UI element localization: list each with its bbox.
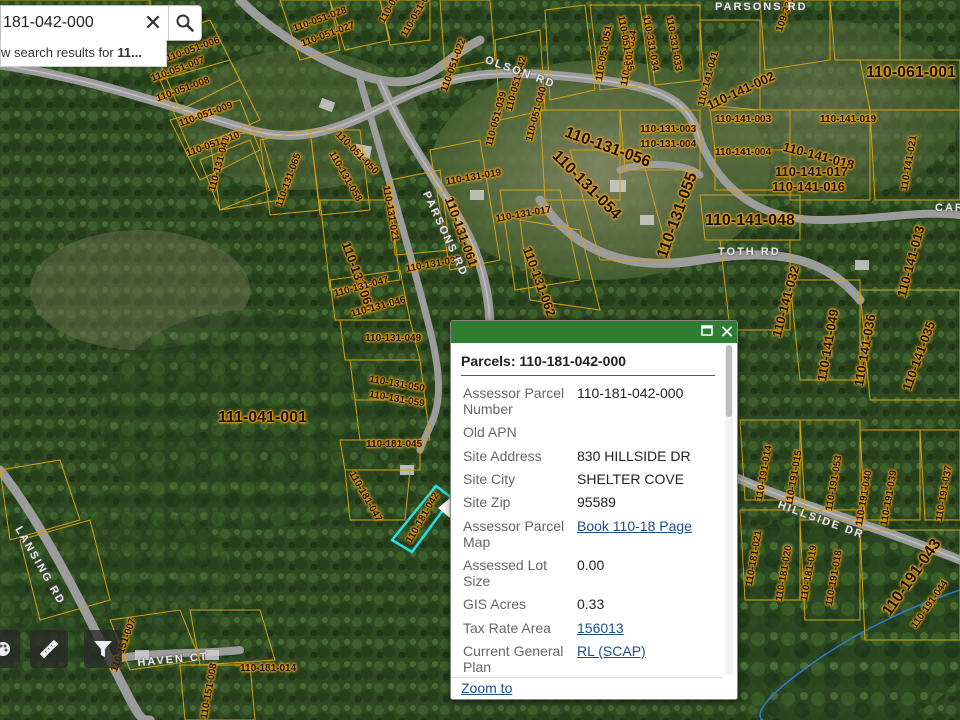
popup-header — [451, 321, 737, 343]
search-results-query: 11... — [117, 45, 142, 60]
ruler-icon — [39, 639, 59, 659]
search-results-link[interactable]: w search results for 11... — [0, 40, 167, 67]
parcel-label: 110-141-016 — [772, 179, 846, 194]
tax-rate-area-link[interactable]: 156013 — [577, 620, 723, 636]
search-icon — [176, 14, 194, 32]
parcel-label: 110-181-014 — [240, 663, 297, 674]
attr-key: Current General Plan — [463, 643, 564, 675]
attr-key: Assessor Parcel Number — [463, 385, 565, 417]
attr-key: Old APN — [463, 424, 517, 440]
road-label: CAR — [935, 202, 960, 214]
clear-icon[interactable]: ✕ — [139, 6, 167, 40]
attr-key: Tax Rate Area — [463, 620, 551, 636]
popup-title: Parcels: 110-181-042-000 — [461, 353, 627, 369]
maximize-icon[interactable] — [701, 325, 713, 337]
popup-footer-divider — [451, 677, 723, 678]
attr-value: 830 HILLSIDE DR — [577, 448, 691, 464]
parcel-label: 110-141-004 — [715, 147, 772, 158]
parcel-label: 110-131-049 — [365, 333, 422, 344]
parcel-label: 110-131-003 — [640, 124, 697, 135]
parcel-label: 110-141-048 — [705, 212, 795, 229]
parcel-label: 110-141-017 — [775, 164, 849, 179]
layers-tool-button[interactable] — [0, 630, 20, 668]
attr-value: 110-181-042-000 — [577, 385, 684, 401]
attr-key: Site Address — [463, 448, 542, 464]
parcel-map-link[interactable]: Book 110-18 Page — [577, 518, 723, 534]
attr-key: GIS Acres — [463, 596, 527, 612]
close-icon[interactable]: ✕ — [719, 322, 735, 342]
parcel-label: 110-181-045 — [366, 439, 423, 450]
parcel-label: 110-131-004 — [640, 139, 697, 150]
general-plan-link[interactable]: RL (SCAP) — [577, 643, 723, 659]
popup-divider — [461, 375, 715, 376]
parcel-label: 110-141-019 — [820, 114, 877, 125]
zoom-to-link[interactable]: Zoom to — [461, 680, 512, 696]
road-label: TOTH RD — [718, 246, 781, 258]
search-results-text: w search results for — [1, 45, 118, 60]
road-label: PARSONS RD — [715, 1, 808, 13]
attr-key: Site Zip — [463, 494, 511, 510]
search-box: ✕ — [0, 5, 202, 41]
attr-value: 0.00 — [577, 557, 605, 573]
attr-key: Site City — [463, 471, 516, 487]
parcel-popup: ✕ Parcels: 110-181-042-000 Assessor Parc… — [450, 320, 738, 700]
parcel-label: 111-041-001 — [218, 409, 307, 426]
attr-value: 95589 — [577, 494, 616, 510]
filter-tool-button[interactable] — [84, 630, 122, 668]
attr-value: 0.33 — [577, 596, 605, 612]
popup-scrollbar-thumb[interactable] — [726, 345, 732, 417]
filter-icon — [94, 641, 112, 657]
popup-pointer — [438, 498, 450, 518]
palette-icon — [0, 642, 10, 656]
popup-attribute-list[interactable]: Assessor Parcel Number 110-181-042-000 O… — [451, 379, 723, 679]
attr-key: Assessed Lot Size — [463, 557, 548, 589]
parcel-label: 110-141-003 — [715, 114, 772, 125]
search-input[interactable] — [1, 6, 136, 40]
parcel-label: 110-061-001 — [866, 64, 956, 81]
search-button[interactable] — [169, 6, 201, 40]
attr-value: SHELTER COVE — [577, 471, 685, 487]
measure-tool-button[interactable] — [30, 630, 68, 668]
attr-key: Assessor Parcel Map — [463, 518, 565, 550]
